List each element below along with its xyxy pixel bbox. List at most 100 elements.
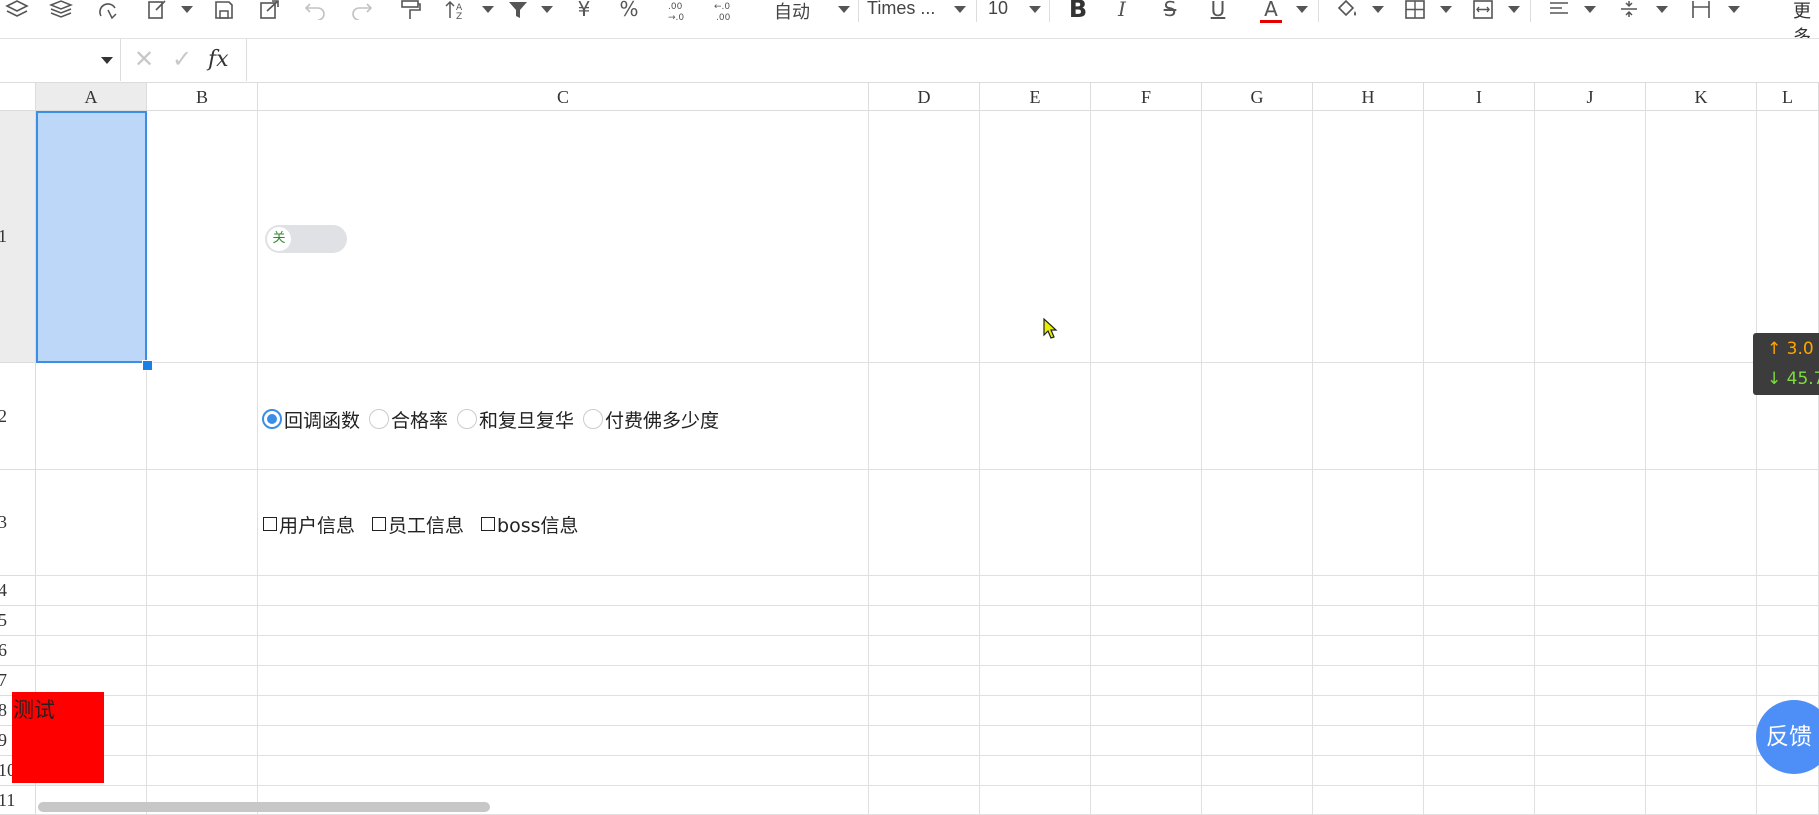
border-icon[interactable]: [1403, 0, 1427, 22]
font-size-select[interactable]: 10: [988, 0, 1008, 19]
number-format-dropdown-icon[interactable]: [838, 6, 850, 13]
vertical-align-icon[interactable]: [1617, 0, 1641, 22]
switch-toggle[interactable]: 关: [265, 225, 347, 253]
sort-dropdown-icon[interactable]: [482, 6, 494, 13]
strikethrough-label: S: [1163, 0, 1177, 21]
filter-icon[interactable]: [506, 0, 530, 22]
grid-hline: [36, 785, 1819, 786]
column-header-c[interactable]: C: [258, 83, 869, 111]
row-header-1[interactable]: 1: [0, 111, 36, 363]
toolbar-divider: [1530, 0, 1531, 22]
radio-circle-icon[interactable]: [583, 409, 604, 429]
merge-cells-dropdown-icon[interactable]: [1508, 6, 1520, 13]
edit-doc-icon[interactable]: [145, 0, 169, 22]
border-dropdown-icon[interactable]: [1440, 6, 1452, 13]
export-icon[interactable]: [257, 0, 281, 22]
checkbox-icon[interactable]: [263, 517, 277, 531]
grid-hline: [36, 725, 1819, 726]
layers-alt-icon[interactable]: [48, 0, 74, 22]
radio-option[interactable]: 回调函数: [262, 406, 360, 433]
row-header-4[interactable]: 4: [0, 576, 36, 606]
vertical-align-dropdown-icon[interactable]: [1656, 6, 1668, 13]
radio-circle-icon[interactable]: [262, 409, 282, 429]
bold-label: B: [1068, 0, 1088, 23]
grid-vline: [868, 111, 869, 815]
row-header-3[interactable]: 3: [0, 470, 36, 576]
percent-icon[interactable]: %: [616, 0, 642, 22]
checkbox-icon[interactable]: [372, 517, 387, 531]
font-color-button[interactable]: A: [1260, 0, 1282, 23]
row-header-5[interactable]: 5: [0, 606, 36, 636]
layers-icon[interactable]: [4, 0, 30, 22]
checkbox-option[interactable]: 员工信息: [372, 511, 464, 538]
column-header-a[interactable]: A: [36, 83, 147, 111]
column-header-d[interactable]: D: [869, 83, 980, 111]
column-header-g[interactable]: G: [1202, 83, 1313, 111]
font-color-dropdown-icon[interactable]: [1296, 6, 1308, 13]
font-name-dropdown-icon[interactable]: [954, 6, 966, 13]
column-header-i[interactable]: I: [1424, 83, 1535, 111]
number-format-select[interactable]: 自动: [774, 0, 810, 24]
bold-button[interactable]: B: [1066, 0, 1090, 22]
horizontal-align-icon[interactable]: [1547, 0, 1571, 22]
fx-icon[interactable]: fx: [208, 47, 229, 72]
increase-decimal-icon[interactable]: ←.0.00: [712, 0, 738, 22]
clear-format-icon[interactable]: [96, 0, 120, 22]
toolbar-divider: [858, 0, 859, 22]
radio-circle-icon[interactable]: [457, 409, 478, 429]
fill-handle[interactable]: [142, 360, 153, 371]
grid-hline: [36, 635, 1819, 636]
currency-label: ¥: [577, 0, 591, 21]
checkbox-option[interactable]: 用户信息: [263, 511, 355, 538]
selected-cell[interactable]: [36, 111, 147, 363]
italic-button[interactable]: I: [1112, 0, 1132, 22]
strikethrough-button[interactable]: S: [1159, 0, 1181, 22]
currency-icon[interactable]: ¥: [572, 0, 596, 22]
row-header-2[interactable]: 2: [0, 363, 36, 470]
column-header-j[interactable]: J: [1535, 83, 1646, 111]
column-header-h[interactable]: H: [1313, 83, 1424, 111]
toolbar-divider: [976, 0, 977, 22]
redo-icon[interactable]: [350, 0, 374, 22]
save-icon[interactable]: [212, 0, 236, 22]
horizontal-scrollbar[interactable]: [38, 802, 490, 812]
underline-button[interactable]: U: [1207, 0, 1229, 22]
radio-option[interactable]: 合格率: [369, 406, 448, 433]
svg-text:.00: .00: [716, 13, 731, 22]
font-size-dropdown-icon[interactable]: [1029, 6, 1041, 13]
row-header-6[interactable]: 6: [0, 636, 36, 666]
checkbox-icon[interactable]: [481, 517, 496, 531]
radio-option[interactable]: 付费佛多少度: [583, 406, 719, 433]
test-shape[interactable]: 测试: [12, 692, 104, 783]
filter-dropdown-icon[interactable]: [541, 6, 553, 13]
undo-icon[interactable]: [303, 0, 327, 22]
name-box-dropdown-icon[interactable]: [101, 57, 113, 64]
radio-circle-icon[interactable]: [369, 409, 390, 429]
font-name-select[interactable]: Times ...: [867, 0, 935, 19]
column-header-k[interactable]: K: [1646, 83, 1757, 111]
format-painter-icon[interactable]: [398, 0, 422, 22]
merge-cells-icon[interactable]: [1471, 0, 1495, 22]
row-header-11[interactable]: 11: [0, 786, 36, 815]
text-wrap-dropdown-icon[interactable]: [1728, 6, 1740, 13]
column-header-l[interactable]: L: [1757, 83, 1819, 111]
column-header-e[interactable]: E: [980, 83, 1091, 111]
formula-input[interactable]: [246, 39, 1807, 81]
text-wrap-icon[interactable]: [1689, 0, 1713, 22]
edit-doc-dropdown-icon[interactable]: [181, 6, 193, 13]
radio-option[interactable]: 和复旦复华: [457, 406, 574, 433]
sort-icon[interactable]: AZ: [443, 0, 469, 22]
name-box[interactable]: [0, 39, 121, 81]
fill-color-dropdown-icon[interactable]: [1372, 6, 1384, 13]
decrease-decimal-icon[interactable]: .00 →.0: [666, 0, 692, 22]
column-header-f[interactable]: F: [1091, 83, 1202, 111]
checkbox-option[interactable]: boss信息: [481, 511, 579, 538]
column-header-b[interactable]: B: [147, 83, 258, 111]
select-all-corner[interactable]: [0, 83, 36, 111]
more-button[interactable]: 更多: [1793, 0, 1819, 38]
cancel-edit-icon[interactable]: ✕: [134, 45, 154, 73]
horizontal-align-dropdown-icon[interactable]: [1584, 6, 1596, 13]
sheet-grid[interactable]: ABCDEFGHIJKL 1234567891011: [0, 83, 1819, 815]
confirm-edit-icon[interactable]: ✓: [172, 45, 192, 73]
fill-color-icon[interactable]: [1334, 0, 1360, 22]
